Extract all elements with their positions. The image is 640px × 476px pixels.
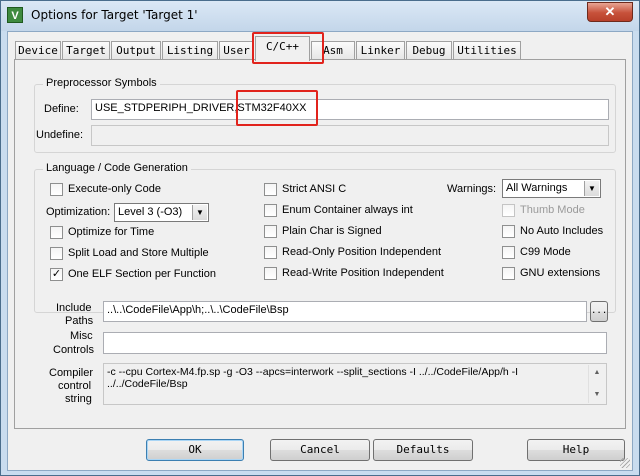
enum-container-label: Enum Container always int <box>282 204 413 216</box>
strict-ansi-c-checkbox[interactable] <box>264 183 277 196</box>
dialog-client-area: Device Target Output Listing User C/C++ … <box>7 31 633 471</box>
c99-mode-checkbox[interactable] <box>502 246 515 259</box>
one-elf-section-checkbox[interactable]: ✓ <box>50 268 63 281</box>
include-paths-input[interactable]: ..\..\CodeFile\App\h;..\..\CodeFile\Bsp <box>103 301 587 322</box>
resize-grip-icon[interactable] <box>620 458 630 468</box>
thumb-mode-label: Thumb Mode <box>520 204 585 216</box>
compiler-control-line2: ../../CodeFile/Bsp <box>107 378 188 390</box>
ok-button[interactable]: OK <box>146 439 244 461</box>
execute-only-label: Execute-only Code <box>68 183 161 195</box>
warnings-select[interactable]: All Warnings ▼ <box>502 179 601 198</box>
include-paths-label-line1: Include <box>56 302 92 314</box>
tab-user[interactable]: User <box>219 41 254 59</box>
tab-linker[interactable]: Linker <box>356 41 405 59</box>
tab-utilities[interactable]: Utilities <box>453 41 521 59</box>
tab-cc[interactable]: C/C++ <box>255 36 310 61</box>
warnings-label: Warnings: <box>447 183 497 195</box>
plain-char-signed-label: Plain Char is Signed <box>282 225 382 237</box>
options-dialog: V Options for Target 'Target 1' ✕ Device… <box>0 0 640 476</box>
close-button[interactable]: ✕ <box>587 2 633 22</box>
compiler-control-label-line3: string <box>65 393 92 405</box>
execute-only-checkbox[interactable] <box>50 183 63 196</box>
undefine-input[interactable] <box>91 125 609 146</box>
tab-output[interactable]: Output <box>111 41 161 59</box>
window-title: Options for Target 'Target 1' <box>31 8 198 22</box>
language-code-generation-group: Language / Code Generation Execute-only … <box>34 162 616 313</box>
tab-listing[interactable]: Listing <box>162 41 218 59</box>
one-elf-section-label: One ELF Section per Function <box>68 268 216 280</box>
compiler-control-label-line1: Compiler <box>49 367 94 379</box>
gnu-extensions-checkbox[interactable] <box>502 267 515 280</box>
preprocessor-symbols-legend: Preprocessor Symbols <box>43 77 160 89</box>
compiler-control-scrollbar[interactable]: ▲ ▼ <box>588 365 605 403</box>
optimization-select[interactable]: Level 3 (-O3) ▼ <box>114 203 209 222</box>
c99-mode-label: C99 Mode <box>520 246 571 258</box>
define-label: Define: <box>44 103 79 115</box>
read-only-pi-checkbox[interactable] <box>264 246 277 259</box>
undefine-label: Undefine: <box>36 129 84 141</box>
optimization-value: Level 3 (-O3) <box>118 206 183 218</box>
strict-ansi-c-label: Strict ANSI C <box>282 183 347 195</box>
include-paths-browse-button[interactable]: ... <box>590 301 608 322</box>
tab-debug[interactable]: Debug <box>406 41 452 59</box>
optimize-for-time-checkbox[interactable] <box>50 226 63 239</box>
thumb-mode-checkbox[interactable] <box>502 204 515 217</box>
plain-char-signed-checkbox[interactable] <box>264 225 277 238</box>
define-input[interactable]: USE_STDPERIPH_DRIVER,STM32F40XX <box>91 99 609 120</box>
scroll-up-icon[interactable]: ▲ <box>589 367 605 379</box>
enum-container-checkbox[interactable] <box>264 204 277 217</box>
chevron-down-icon: ▼ <box>192 205 207 220</box>
tab-target[interactable]: Target <box>62 41 110 59</box>
split-load-store-label: Split Load and Store Multiple <box>68 247 209 259</box>
compiler-control-label-line2: control <box>58 380 92 392</box>
no-auto-includes-checkbox[interactable] <box>502 225 515 238</box>
read-write-pi-label: Read-Write Position Independent <box>282 267 444 279</box>
misc-controls-input[interactable] <box>103 332 607 354</box>
read-write-pi-checkbox[interactable] <box>264 267 277 280</box>
read-only-pi-label: Read-Only Position Independent <box>282 246 441 258</box>
cc-tab-panel: Preprocessor Symbols Define: USE_STDPERI… <box>14 59 626 429</box>
include-paths-label-line2: Paths <box>65 315 94 327</box>
compiler-control-string[interactable]: -c --cpu Cortex-M4.fp.sp -g -O3 --apcs=i… <box>103 363 607 405</box>
tab-device[interactable]: Device <box>15 41 61 59</box>
language-code-generation-legend: Language / Code Generation <box>43 162 191 174</box>
optimization-label: Optimization: <box>46 206 111 218</box>
warnings-value: All Warnings <box>506 182 568 194</box>
scroll-down-icon[interactable]: ▼ <box>589 389 605 401</box>
defaults-button[interactable]: Defaults <box>373 439 473 461</box>
optimize-for-time-label: Optimize for Time <box>68 226 155 238</box>
compiler-control-line1: -c --cpu Cortex-M4.fp.sp -g -O3 --apcs=i… <box>107 366 519 378</box>
cancel-button[interactable]: Cancel <box>270 439 370 461</box>
split-load-store-checkbox[interactable] <box>50 247 63 260</box>
misc-controls-label-line1: Misc <box>70 330 93 342</box>
define-value-highlight <box>236 90 318 126</box>
preprocessor-symbols-group: Preprocessor Symbols Define: USE_STDPERI… <box>34 77 616 153</box>
keil-app-icon: V <box>7 7 23 23</box>
misc-controls-label-line2: Controls <box>53 344 94 356</box>
title-bar[interactable]: V Options for Target 'Target 1' ✕ <box>1 1 639 31</box>
no-auto-includes-label: No Auto Includes <box>520 225 604 237</box>
gnu-extensions-label: GNU extensions <box>520 267 601 279</box>
help-button[interactable]: Help <box>527 439 625 461</box>
chevron-down-icon: ▼ <box>584 181 599 196</box>
